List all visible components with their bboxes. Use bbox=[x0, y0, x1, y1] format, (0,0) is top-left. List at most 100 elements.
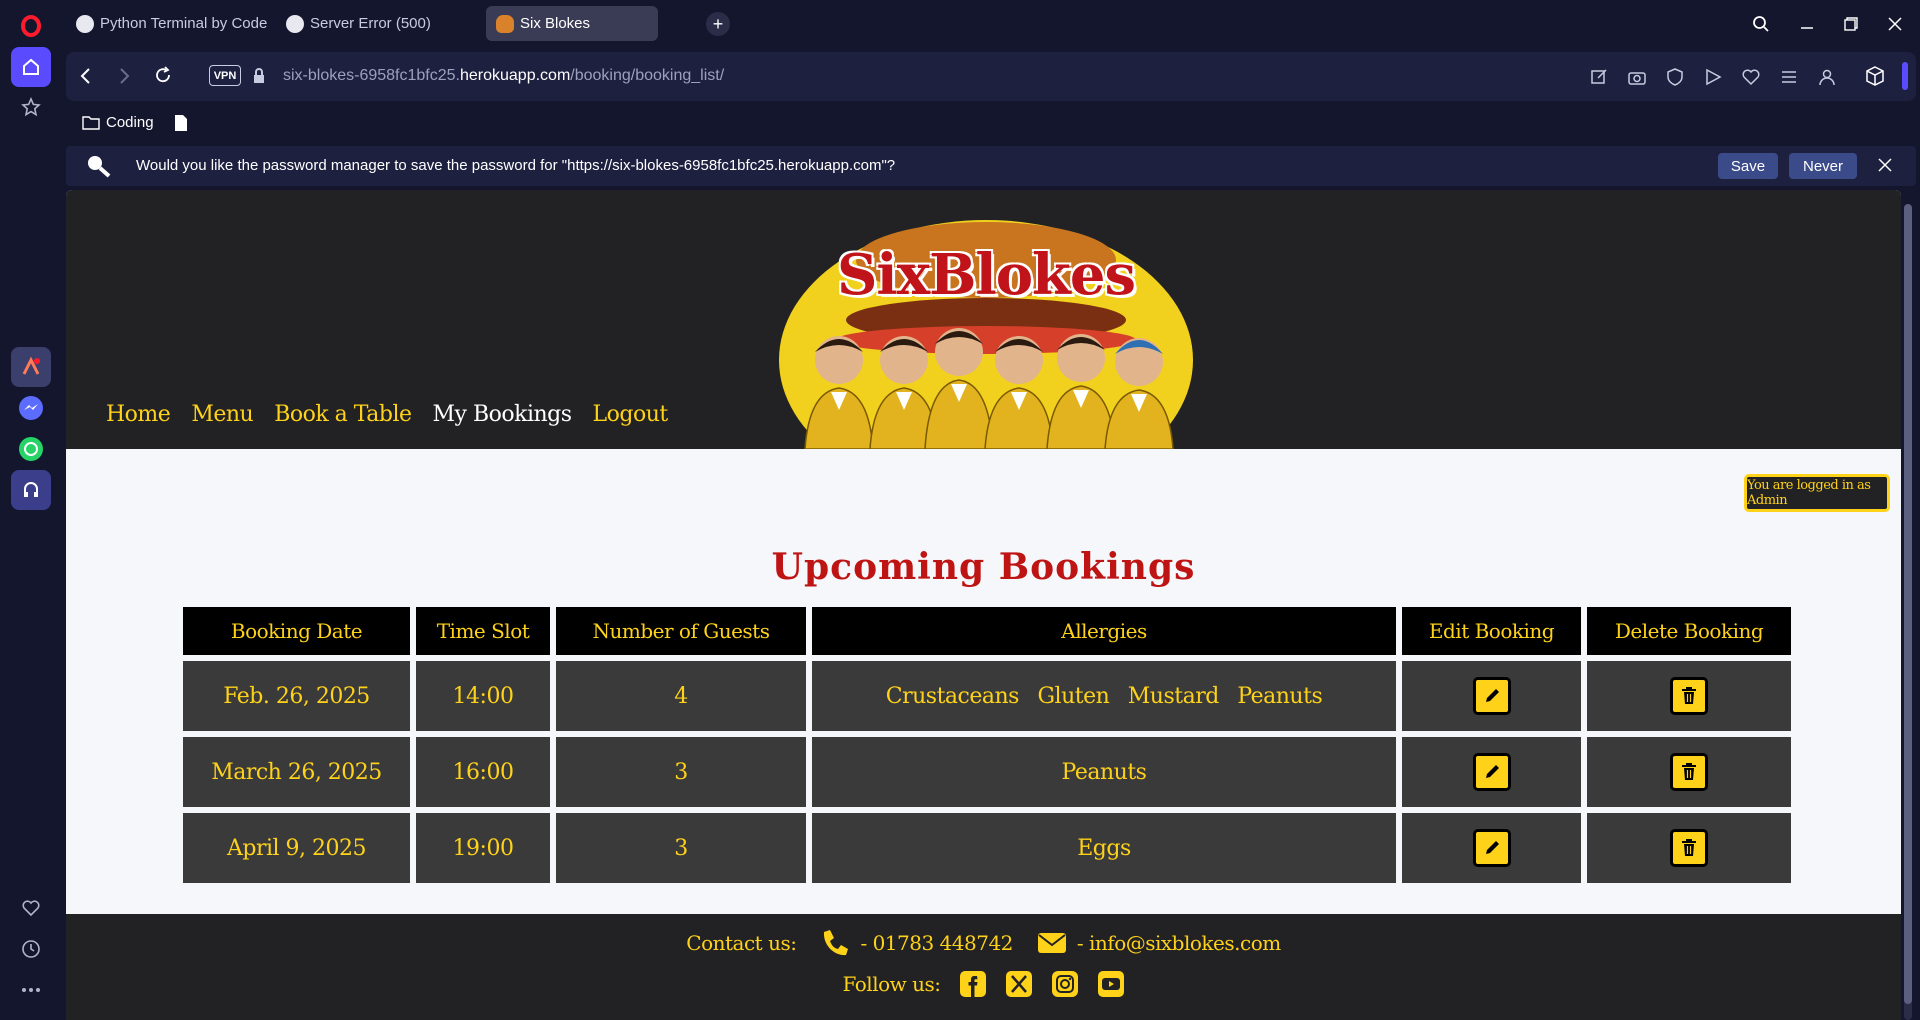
music-player-icon[interactable] bbox=[11, 470, 51, 510]
envelope-icon bbox=[1037, 933, 1066, 953]
vpn-badge[interactable]: VPN bbox=[209, 65, 241, 86]
send-icon[interactable] bbox=[1704, 68, 1722, 86]
nav-my-bookings[interactable]: My Bookings bbox=[433, 402, 573, 427]
header-allergies: Allergies bbox=[812, 607, 1396, 655]
table-row: March 26, 2025 16:00 3 Peanuts bbox=[183, 737, 1791, 807]
history-clock-icon[interactable] bbox=[11, 929, 51, 969]
tab-six-blokes[interactable]: Six Blokes bbox=[486, 6, 658, 41]
booking-guests: 3 bbox=[556, 813, 806, 883]
edit-cell bbox=[1402, 737, 1581, 807]
url-field[interactable]: six-blokes-6958fc1bfc25.herokuapp.com/bo… bbox=[283, 67, 724, 85]
allergy-tag: Mustard bbox=[1127, 683, 1220, 709]
booking-allergies: Peanuts bbox=[812, 737, 1396, 807]
password-save-prompt: Would you like the password manager to s… bbox=[66, 146, 1916, 186]
restore-window-icon[interactable] bbox=[1836, 10, 1866, 38]
profile-icon[interactable] bbox=[1818, 68, 1836, 86]
table-row: Feb. 26, 2025 14:00 4 Crustaceans Gluten… bbox=[183, 661, 1791, 731]
header-time-slot: Time Slot bbox=[416, 607, 550, 655]
booking-date: March 26, 2025 bbox=[183, 737, 410, 807]
site-footer: Contact us: - 01783 448742 - info@sixblo… bbox=[66, 914, 1901, 1020]
easy-setup-icon[interactable] bbox=[1780, 68, 1798, 86]
delete-booking-button[interactable] bbox=[1670, 829, 1708, 867]
tab-server-error[interactable]: Server Error (500) bbox=[276, 6, 476, 41]
nav-menu[interactable]: Menu bbox=[191, 402, 253, 427]
nav-home[interactable]: Home bbox=[106, 402, 171, 427]
booking-time: 16:00 bbox=[416, 737, 550, 807]
whatsapp-icon[interactable] bbox=[11, 429, 51, 469]
facebook-icon[interactable] bbox=[959, 970, 987, 998]
email-address[interactable]: - info@sixblokes.com bbox=[1077, 931, 1281, 955]
booking-time: 19:00 bbox=[416, 813, 550, 883]
logo-wordmark: SixBlokes bbox=[836, 242, 1136, 308]
back-icon[interactable] bbox=[78, 66, 94, 91]
url-prefix: six-blokes-6958fc1bfc25. bbox=[283, 67, 460, 84]
allergy-tag: Peanuts bbox=[1061, 759, 1147, 785]
url-path: /booking/booking_list/ bbox=[570, 67, 725, 84]
x-icon[interactable] bbox=[1005, 970, 1033, 998]
delete-booking-button[interactable] bbox=[1670, 677, 1708, 715]
minimize-icon[interactable] bbox=[1792, 10, 1822, 38]
booking-allergies: Crustaceans Gluten Mustard Peanuts bbox=[812, 661, 1396, 731]
nav-book-a-table[interactable]: Book a Table bbox=[274, 402, 412, 427]
phone-number[interactable]: - 01783 448742 bbox=[860, 931, 1013, 955]
save-password-button[interactable]: Save bbox=[1718, 153, 1778, 179]
page-title: Upcoming Bookings bbox=[771, 546, 1196, 588]
login-status-badge: You are logged in as Admin bbox=[1744, 474, 1890, 512]
opera-logo-icon[interactable] bbox=[11, 6, 51, 46]
allergy-tag: Gluten bbox=[1037, 683, 1110, 709]
favorites-heart-icon[interactable] bbox=[11, 888, 51, 928]
forward-icon[interactable] bbox=[116, 66, 132, 91]
instagram-icon[interactable] bbox=[1051, 970, 1079, 998]
delete-booking-button[interactable] bbox=[1670, 753, 1708, 791]
key-search-icon bbox=[86, 154, 112, 182]
shield-icon[interactable] bbox=[1666, 67, 1684, 86]
speed-dial-star-icon[interactable] bbox=[11, 87, 51, 127]
bookmark-folder-coding[interactable]: Coding bbox=[82, 114, 154, 131]
url-domain: herokuapp.com bbox=[459, 67, 571, 84]
extensions-cube-icon[interactable] bbox=[1866, 66, 1884, 91]
sidebar-indicator bbox=[1902, 62, 1908, 90]
page-scrollbar[interactable] bbox=[1904, 204, 1912, 1020]
messenger-icon[interactable] bbox=[11, 388, 51, 428]
booking-date: Feb. 26, 2025 bbox=[183, 661, 410, 731]
address-bar: VPN six-blokes-6958fc1bfc25.herokuapp.co… bbox=[66, 52, 1916, 101]
aria-app-icon[interactable] bbox=[11, 347, 51, 387]
header-delete-booking: Delete Booking bbox=[1587, 607, 1791, 655]
never-save-button[interactable]: Never bbox=[1789, 153, 1857, 179]
site-header: SixBlokes Home Menu Book a Table My Book… bbox=[66, 190, 1901, 449]
trash-icon bbox=[1682, 687, 1696, 704]
lock-icon[interactable] bbox=[252, 67, 266, 90]
table-row: April 9, 2025 19:00 3 Eggs bbox=[183, 813, 1791, 883]
home-icon[interactable] bbox=[11, 47, 51, 87]
bookings-table: Booking Date Time Slot Number of Guests … bbox=[177, 601, 1797, 889]
edit-booking-button[interactable] bbox=[1472, 677, 1511, 715]
edit-booking-button[interactable] bbox=[1472, 753, 1511, 791]
trash-icon bbox=[1682, 839, 1696, 856]
pencil-icon bbox=[1485, 841, 1499, 854]
reload-icon[interactable] bbox=[154, 66, 172, 89]
search-tabs-icon[interactable] bbox=[1746, 10, 1776, 38]
pencil-icon bbox=[1485, 689, 1499, 702]
tab-title: Server Error (500) bbox=[310, 15, 431, 32]
close-window-icon[interactable] bbox=[1880, 10, 1910, 38]
nav-logout[interactable]: Logout bbox=[593, 402, 669, 427]
more-options-icon[interactable] bbox=[11, 970, 51, 1010]
header-booking-date: Booking Date bbox=[183, 607, 410, 655]
tab-python-terminal[interactable]: Python Terminal by Code bbox=[66, 6, 270, 41]
allergy-tag: Crustaceans bbox=[885, 683, 1020, 709]
edit-page-icon[interactable] bbox=[1590, 68, 1608, 86]
delete-cell bbox=[1587, 737, 1791, 807]
close-prompt-icon[interactable] bbox=[1878, 158, 1892, 176]
new-tab-plus-icon[interactable]: + bbox=[706, 12, 730, 36]
camera-icon[interactable] bbox=[1628, 68, 1646, 86]
heart-icon[interactable] bbox=[1742, 68, 1760, 86]
scrollbar-thumb[interactable] bbox=[1904, 204, 1912, 1004]
six-blokes-logo[interactable]: SixBlokes bbox=[779, 220, 1193, 449]
document-bookmark-icon[interactable] bbox=[174, 114, 188, 137]
youtube-icon[interactable] bbox=[1097, 970, 1125, 998]
header-number-of-guests: Number of Guests bbox=[556, 607, 806, 655]
phone-icon bbox=[824, 930, 849, 956]
contact-row: Contact us: - 01783 448742 - info@sixblo… bbox=[66, 928, 1901, 958]
edit-booking-button[interactable] bbox=[1472, 829, 1511, 867]
tab-title: Python Terminal by Code bbox=[100, 15, 268, 32]
